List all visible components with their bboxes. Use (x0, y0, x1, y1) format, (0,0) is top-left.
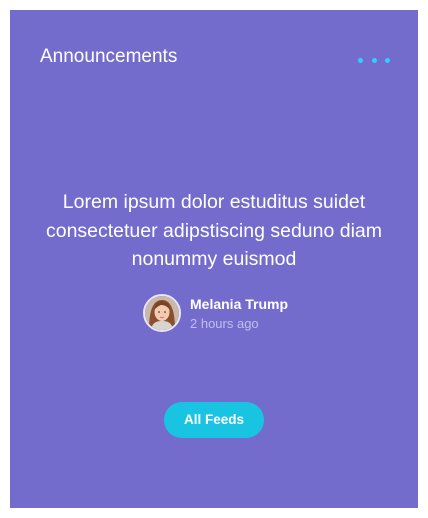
author-meta: Melania Trump 2 hours ago (190, 295, 288, 332)
menu-dot (371, 57, 377, 63)
more-options-icon[interactable] (358, 52, 390, 68)
all-feeds-button[interactable]: All Feeds (164, 402, 264, 438)
author-avatar (143, 294, 181, 332)
announcement-text: Lorem ipsum dolor estuditus suidet conse… (45, 191, 383, 270)
author-info: Melania Trump 2 hours ago (143, 294, 288, 332)
post-timestamp: 2 hours ago (190, 315, 259, 331)
menu-dot (358, 57, 363, 63)
avatar-image (145, 296, 179, 330)
menu-dot (385, 57, 390, 63)
announcements-card: Announcements Lorem ipsum dolor estuditu… (10, 10, 418, 508)
card-title: Announcements (40, 46, 178, 67)
author-name: Melania Trump (190, 295, 289, 312)
